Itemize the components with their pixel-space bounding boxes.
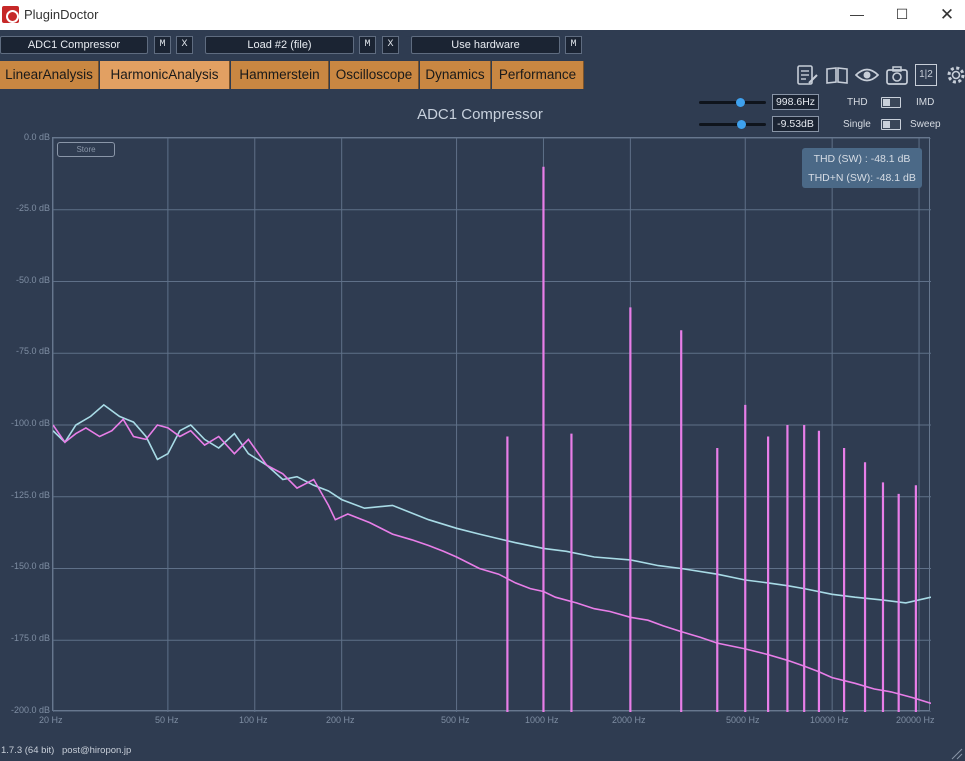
pink-series-line	[52, 418, 932, 705]
version-label: 1.7.3 (64 bit)	[1, 745, 55, 756]
imd-mode-label: IMD	[916, 97, 935, 108]
thd-readout: THD (SW) : -48.1 dB	[813, 153, 911, 165]
plugin-slot-1[interactable]: ADC1 Compressor	[0, 36, 148, 54]
plugin-slot-1-menu-button[interactable]: M	[154, 36, 171, 54]
frequency-slider[interactable]	[699, 98, 766, 107]
y-tick-label: -175.0 dB	[10, 633, 50, 643]
resize-grip-icon[interactable]	[950, 747, 963, 760]
x-tick-label: 50 Hz	[155, 715, 179, 725]
thd-readout-box: THD (SW) : -48.1 dB THD+N (SW): -48.1 dB	[802, 148, 922, 188]
close-button[interactable]: ✕	[924, 0, 965, 30]
camera-icon[interactable]	[885, 64, 909, 86]
thd-mode-label: THD	[847, 97, 868, 108]
y-tick-label: -50.0 dB	[15, 275, 50, 285]
book-icon[interactable]	[825, 64, 849, 86]
minimize-button[interactable]: —	[834, 0, 880, 30]
level-slider-knob[interactable]	[736, 120, 746, 129]
tab-hammerstein[interactable]: Hammerstein	[231, 61, 329, 89]
y-tick-label: -125.0 dB	[10, 490, 50, 500]
x-tick-label: 2000 Hz	[612, 715, 646, 725]
gear-icon[interactable]	[944, 64, 965, 86]
frequency-slider-knob[interactable]	[735, 98, 745, 107]
plugin-slot-1-remove-button[interactable]: X	[176, 36, 193, 54]
plugin-slot-2-remove-button[interactable]: X	[382, 36, 399, 54]
plugin-slot-2-menu-button[interactable]: M	[359, 36, 376, 54]
y-tick-label: -200.0 dB	[10, 705, 50, 715]
plot-area[interactable]	[52, 137, 932, 713]
eye-icon[interactable]	[855, 64, 879, 86]
plugin-slot-2[interactable]: Load #2 (file)	[205, 36, 354, 54]
analysis-tabs: LinearAnalysis HarmonicAnalysis Hammerst…	[0, 60, 965, 90]
x-tick-label: 20 Hz	[39, 715, 63, 725]
tab-dynamics[interactable]: Dynamics	[420, 61, 491, 89]
x-tick-label: 20000 Hz	[896, 715, 935, 725]
chart-title: ADC1 Compressor	[417, 106, 543, 123]
sweep-mode-label: Sweep	[910, 119, 941, 130]
store-button[interactable]: Store	[57, 142, 115, 157]
tab-oscilloscope[interactable]: Oscilloscope	[330, 61, 419, 89]
x-tick-label: 200 Hz	[326, 715, 355, 725]
hardware-slot[interactable]: Use hardware	[411, 36, 560, 54]
plugindoctor-logo-icon	[2, 6, 19, 23]
chart-grid	[52, 137, 931, 713]
y-tick-label: 0.0 dB	[23, 132, 50, 142]
frequency-value-field[interactable]: 998.6Hz	[772, 94, 819, 110]
contact-link[interactable]: post@hiropon.jp	[62, 745, 131, 756]
tab-linear-analysis[interactable]: LinearAnalysis	[0, 61, 99, 89]
tab-performance[interactable]: Performance	[492, 61, 584, 89]
tab-harmonic-analysis[interactable]: HarmonicAnalysis	[100, 61, 230, 89]
y-tick-label: -25.0 dB	[15, 203, 50, 213]
hardware-slot-menu-button[interactable]: M	[565, 36, 582, 54]
single-sweep-toggle[interactable]	[881, 119, 901, 130]
single-mode-label: Single	[843, 119, 871, 130]
x-tick-label: 500 Hz	[441, 715, 470, 725]
level-value-field[interactable]: -9.53dB	[772, 116, 819, 132]
y-tick-label: -75.0 dB	[15, 346, 50, 356]
maximize-button[interactable]: ☐	[879, 0, 925, 30]
layout-1-2-icon[interactable]: 1|2	[915, 64, 937, 86]
x-tick-label: 5000 Hz	[726, 715, 760, 725]
plugin-slot-bar: ADC1 Compressor M X Load #2 (file) M X U…	[0, 30, 965, 59]
notes-icon[interactable]	[795, 64, 819, 86]
title-bar: PluginDoctor — ☐ ✕	[0, 0, 965, 30]
thd-imd-toggle[interactable]	[881, 97, 901, 108]
y-tick-label: -150.0 dB	[10, 561, 50, 571]
x-tick-label: 10000 Hz	[810, 715, 849, 725]
window-title: PluginDoctor	[24, 7, 99, 22]
x-tick-label: 1000 Hz	[525, 715, 559, 725]
thdn-readout: THD+N (SW): -48.1 dB	[808, 172, 916, 184]
harmonic-spectrum-chart	[52, 137, 932, 713]
y-tick-label: -100.0 dB	[10, 418, 50, 428]
x-tick-label: 100 Hz	[239, 715, 268, 725]
chart-series	[52, 166, 932, 712]
level-slider[interactable]	[699, 120, 766, 129]
